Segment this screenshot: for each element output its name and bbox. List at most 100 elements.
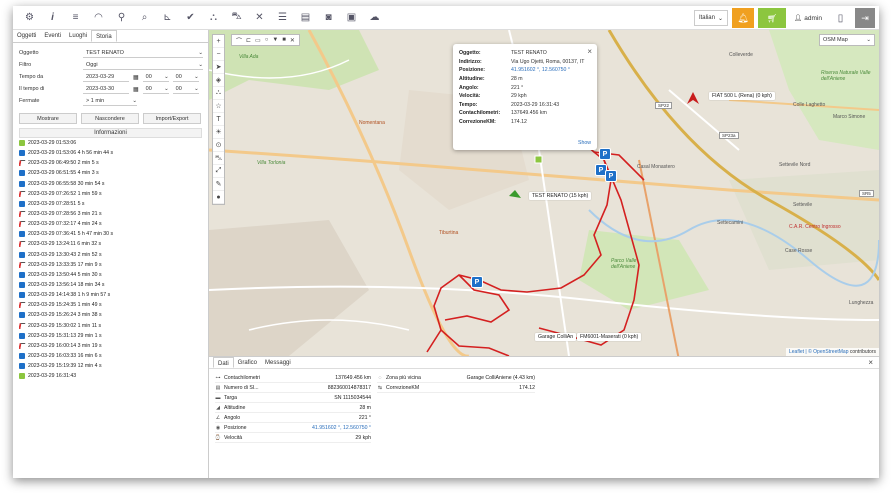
text-icon[interactable]: T <box>213 113 224 126</box>
polyline-icon[interactable]: ⌒ <box>236 36 242 45</box>
marker-label-test-renato[interactable]: TEST RENATO (15 kph) <box>529 192 592 200</box>
logout-button[interactable]: ⇥ <box>855 8 875 28</box>
zoom-in-button[interactable]: + <box>213 35 224 48</box>
event-item[interactable]: 2023-03-29 16:03:33 16 min 6 s <box>19 351 199 361</box>
fermate-select[interactable]: > 1 min ⌄ <box>83 97 137 106</box>
marker-label-garage[interactable]: Garage ColliAn <box>535 333 577 341</box>
cart-button[interactable]: 🛒︎ <box>758 8 787 28</box>
popup-value[interactable]: 41.951602 °, 12.560750 ° <box>511 67 570 73</box>
tempo-di-date[interactable]: 2023-03-30 <box>83 85 129 94</box>
event-item[interactable]: 2023-03-29 13:50:44 5 min 30 s <box>19 270 199 280</box>
parking-marker[interactable]: P <box>471 276 483 288</box>
event-item[interactable]: 2023-03-29 07:36:41 5 h 47 min 30 s <box>19 229 199 239</box>
tab-eventi[interactable]: Eventi <box>40 30 65 42</box>
event-item[interactable]: 2023-03-29 16:00:14 3 min 19 s <box>19 341 199 351</box>
rectangle-icon[interactable]: ▭ <box>255 37 261 44</box>
map-pin-icon[interactable]: ⚲ <box>111 8 132 28</box>
refresh-icon[interactable]: ● <box>213 191 224 204</box>
tab-storia[interactable]: Storia <box>91 30 117 42</box>
event-item[interactable]: 2023-03-29 13:30:43 2 min 52 s <box>19 250 199 260</box>
tab-messaggi[interactable]: Messaggi <box>261 357 295 368</box>
alerts-button[interactable]: 🔔︎ <box>732 8 755 28</box>
language-select[interactable]: Italian ⌄ <box>693 10 729 26</box>
check-icon[interactable]: ✔ <box>180 8 201 28</box>
event-item[interactable]: 2023-03-29 15:24:35 1 min 49 s <box>19 300 199 310</box>
info-icon[interactable]: i <box>42 8 63 28</box>
event-item[interactable]: 2023-03-29 15:19:39 12 min 4 s <box>19 361 199 371</box>
tempo-di-hour[interactable]: 00 ⌄ <box>142 85 169 94</box>
tempo-da-minute[interactable]: 00 ⌄ <box>172 73 199 82</box>
event-item[interactable]: 2023-03-29 13:33:35 17 min 9 s <box>19 260 199 270</box>
close-icon[interactable]: × <box>587 47 592 56</box>
parking-marker[interactable]: P <box>599 148 611 160</box>
tab-luoghi[interactable]: Luoghi <box>65 30 91 42</box>
detail-value[interactable]: 41.951602 °, 12.560750 ° <box>295 425 371 431</box>
car-icon[interactable]: ⛍ <box>226 8 247 28</box>
event-item[interactable]: 2023-03-29 15:31:13 29 min 1 s <box>19 331 199 341</box>
popup-show-link[interactable]: Show <box>578 140 591 146</box>
parking-marker[interactable]: P <box>605 170 617 182</box>
oggetto-select[interactable]: TEST RENATO ⌄ <box>83 49 203 58</box>
calendar-icon[interactable]: ▤ <box>295 8 316 28</box>
import-export-button[interactable]: Import/Export <box>143 113 201 124</box>
event-item[interactable]: 2023-03-29 06:49:50 2 min 5 s <box>19 158 199 168</box>
wrench-icon[interactable]: ✎ <box>213 178 224 191</box>
delete-icon[interactable]: ✕ <box>290 37 295 44</box>
event-item[interactable]: 2023-03-29 13:56:14 18 min 34 s <box>19 280 199 290</box>
filtro-select[interactable]: Oggi ⌄ <box>83 61 203 70</box>
event-item[interactable]: 2023-03-29 15:30:02 1 min 11 s <box>19 321 199 331</box>
database-icon[interactable]: ☰ <box>272 8 293 28</box>
sun-icon[interactable]: ☀ <box>213 126 224 139</box>
event-item[interactable]: 2023-03-29 07:32:17 4 min 24 s <box>19 219 199 229</box>
tab-dati[interactable]: Dati <box>213 357 234 368</box>
route-icon[interactable]: ⊙ <box>213 139 224 152</box>
event-item[interactable]: 2023-03-29 07:28:51 5 s <box>19 199 199 209</box>
edit-icon[interactable]: ■ <box>282 37 286 43</box>
car-icon[interactable]: ⛍ <box>213 152 224 165</box>
circle-icon[interactable]: ○ <box>265 37 269 43</box>
event-item[interactable]: 2023-03-29 01:53:06 4 h 56 min 44 s <box>19 148 199 158</box>
mobile-icon[interactable]: ▯ <box>830 8 851 28</box>
attribution-link[interactable]: OpenStreetMap <box>813 349 848 355</box>
list-icon[interactable]: ≡ <box>65 8 86 28</box>
marker-label-fiat[interactable]: FIAT 500 L (Rena) (0 kph) <box>709 92 775 100</box>
locate-icon[interactable]: ➤ <box>213 61 224 74</box>
event-item[interactable]: 2023-03-29 01:53:06 <box>19 138 199 148</box>
event-item[interactable]: 2023-03-29 13:24:11 6 min 32 s <box>19 239 199 249</box>
tab-grafico[interactable]: Grafico <box>234 357 261 368</box>
binoculars-icon[interactable]: ⛬ <box>203 8 224 28</box>
tab-oggetti[interactable]: Oggetti <box>13 30 40 42</box>
search-icon[interactable]: ⌕ <box>134 8 155 28</box>
event-item[interactable]: 2023-03-29 06:55:58 30 min 54 s <box>19 179 199 189</box>
polygon-icon[interactable]: ⊏ <box>246 37 251 44</box>
marker-label-fm6001[interactable]: FM6001-Maserati (0 kph) <box>577 333 642 341</box>
tempo-da-date[interactable]: 2023-03-29 <box>83 73 129 82</box>
zoom-out-button[interactable]: − <box>213 48 224 61</box>
antenna-icon[interactable]: ☁ <box>364 8 385 28</box>
event-item[interactable]: 2023-03-29 06:51:55 4 min 3 s <box>19 168 199 178</box>
user-menu[interactable]: 👤︎ admin <box>794 14 822 23</box>
binoculars-icon[interactable]: ⛬ <box>213 87 224 100</box>
calendar-icon[interactable]: ▦ <box>133 86 139 93</box>
star-icon[interactable]: ☆ <box>213 100 224 113</box>
map-layer-select[interactable]: OSM Map ⌄ <box>819 34 875 46</box>
event-item[interactable]: 2023-03-29 16:31:43 <box>19 371 199 381</box>
speedometer-icon[interactable]: ◠ <box>88 8 109 28</box>
attribution-prefix[interactable]: Leaflet | © <box>789 349 812 355</box>
event-item[interactable]: 2023-03-29 15:26:24 3 min 38 s <box>19 310 199 320</box>
map-view[interactable]: Colleverde Riserva Naturale Valle dell'A… <box>209 30 879 356</box>
fullscreen-icon[interactable]: ⤢ <box>213 165 224 178</box>
gear-icon[interactable]: ⚙ <box>19 8 40 28</box>
tools-icon[interactable]: ✕ <box>249 8 270 28</box>
mostrare-button[interactable]: Mostrare <box>19 113 77 124</box>
tempo-di-minute[interactable]: 00 ⌄ <box>172 85 199 94</box>
close-icon[interactable]: × <box>868 358 873 367</box>
layers-icon[interactable]: ◈ <box>213 74 224 87</box>
nascondere-button[interactable]: Nascondere <box>81 113 139 124</box>
marker-icon[interactable]: ▼ <box>272 37 278 43</box>
tempo-da-hour[interactable]: 00 ⌄ <box>142 73 169 82</box>
camera-icon[interactable]: ◙ <box>318 8 339 28</box>
event-item[interactable]: 2023-03-29 07:28:56 3 min 21 s <box>19 209 199 219</box>
event-item[interactable]: 2023-03-29 07:26:52 1 min 59 s <box>19 189 199 199</box>
calendar-icon[interactable]: ▦ <box>133 74 139 81</box>
